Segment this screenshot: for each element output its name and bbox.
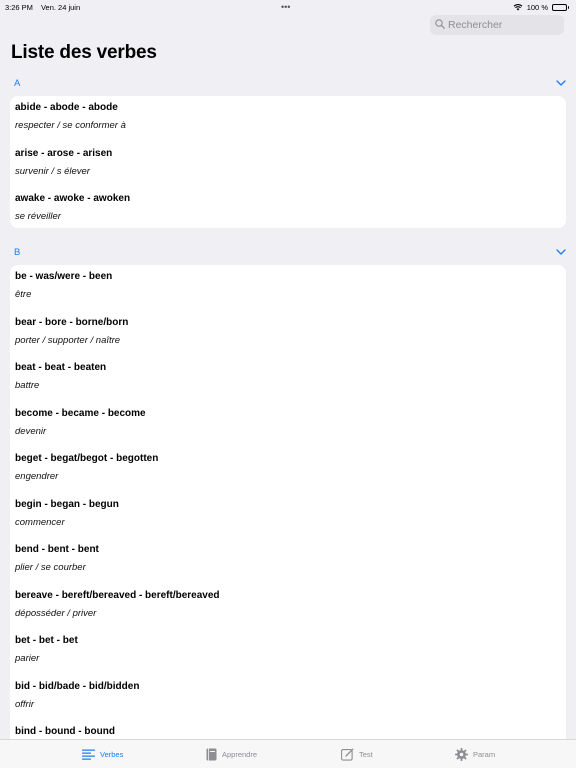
verb-translation: parier bbox=[15, 653, 40, 664]
page-title: Liste des verbes bbox=[11, 42, 157, 63]
multitasking-dots[interactable]: ••• bbox=[281, 2, 290, 12]
tab-bar: Verbes Apprendre Test Param bbox=[0, 739, 576, 768]
verb-forms: bereave - bereft/bereaved - bereft/berea… bbox=[15, 589, 220, 601]
status-date: Ven. 24 juin bbox=[40, 2, 81, 12]
edit-icon bbox=[341, 748, 354, 761]
verb-forms: beget - begat/begot - begotten bbox=[15, 453, 159, 464]
tab-label: Verbes bbox=[100, 750, 124, 759]
verb-translation: se réveiller bbox=[15, 211, 61, 222]
verb-translation: offrir bbox=[15, 698, 34, 710]
list-icon bbox=[82, 749, 95, 760]
list-item[interactable]: awake - awoke - awoken se réveiller bbox=[10, 187, 566, 228]
list-item[interactable]: bear - bore - borne/born porter / suppor… bbox=[10, 311, 566, 357]
verb-translation: plier / se courber bbox=[15, 562, 86, 573]
section-header-a[interactable]: A bbox=[0, 73, 576, 93]
verb-translation: commencer bbox=[15, 516, 65, 528]
section-letter: B bbox=[14, 246, 21, 258]
verb-forms: bid - bid/bade - bid/bidden bbox=[15, 680, 140, 692]
tab-label: Param bbox=[473, 750, 496, 759]
verb-translation: porter / supporter / naître bbox=[15, 334, 121, 346]
verb-translation: respecter / se conformer à bbox=[15, 120, 126, 131]
verb-forms: bet - bet - bet bbox=[15, 635, 78, 646]
tab-apprendre[interactable]: Apprendre bbox=[206, 740, 257, 768]
list-item[interactable]: become - became - become devenir bbox=[10, 402, 566, 448]
verb-translation: battre bbox=[15, 380, 40, 391]
status-right: 100 % bbox=[513, 2, 569, 12]
status-bar: 3:26 PM Ven. 24 juin ••• 100 % bbox=[0, 0, 576, 14]
list-item[interactable]: abide - abode - abode respecter / se con… bbox=[10, 96, 566, 142]
list-item[interactable]: bet - bet - bet parier bbox=[10, 629, 566, 675]
tab-label: Test bbox=[359, 750, 373, 759]
search-icon bbox=[435, 16, 445, 34]
status-left: 3:26 PM Ven. 24 juin bbox=[5, 3, 80, 12]
list-item[interactable]: be - was/were - been être bbox=[10, 265, 566, 311]
list-item[interactable]: beat - beat - beaten battre bbox=[10, 356, 566, 402]
list-item[interactable]: bereave - bereft/bereaved - bereft/berea… bbox=[10, 584, 566, 630]
list-item[interactable]: begin - began - begun commencer bbox=[10, 493, 566, 539]
wifi-icon bbox=[513, 3, 523, 11]
verb-translation: engendrer bbox=[15, 471, 59, 482]
section-letter: A bbox=[14, 77, 21, 89]
verb-forms: bend - bent - bent bbox=[15, 544, 99, 555]
verb-forms: abide - abode - abode bbox=[15, 102, 118, 113]
list-item[interactable]: arise - arose - arisen survenir / s élev… bbox=[10, 142, 566, 188]
verb-translation: survenir / s élever bbox=[15, 165, 90, 177]
tab-param[interactable]: Param bbox=[455, 740, 495, 768]
verb-forms: bear - bore - borne/born bbox=[15, 316, 129, 328]
battery-percent: 100 % bbox=[526, 2, 548, 12]
search-input[interactable] bbox=[448, 19, 558, 31]
book-icon bbox=[206, 748, 217, 761]
verb-forms: become - became - become bbox=[15, 407, 146, 419]
verb-forms: awake - awoke - awoken bbox=[15, 193, 131, 204]
section-card-b: be - was/were - been être bear - bore - … bbox=[10, 265, 566, 745]
battery-icon bbox=[552, 3, 569, 11]
section-card-a: abide - abode - abode respecter / se con… bbox=[10, 96, 566, 228]
search-bar[interactable] bbox=[430, 15, 564, 35]
status-time: 3:26 PM bbox=[5, 2, 33, 12]
gear-icon bbox=[455, 748, 468, 761]
list-item[interactable]: beget - begat/begot - begotten engendrer bbox=[10, 447, 566, 493]
chevron-down-icon[interactable] bbox=[556, 80, 566, 86]
list-item[interactable]: bid - bid/bade - bid/bidden offrir bbox=[10, 675, 566, 721]
verb-forms: begin - began - begun bbox=[15, 498, 119, 510]
section-header-b[interactable]: B bbox=[0, 242, 576, 262]
tab-verbes[interactable]: Verbes bbox=[82, 740, 123, 768]
verb-forms: be - was/were - been bbox=[15, 271, 113, 282]
list-item[interactable]: bend - bent - bent plier / se courber bbox=[10, 538, 566, 584]
tab-test[interactable]: Test bbox=[341, 740, 373, 768]
verb-translation: être bbox=[15, 289, 32, 300]
verb-translation: déposséder / priver bbox=[15, 607, 97, 619]
chevron-down-icon[interactable] bbox=[556, 249, 566, 255]
verb-forms: beat - beat - beaten bbox=[15, 362, 107, 373]
tab-label: Apprendre bbox=[222, 750, 258, 759]
verb-translation: devenir bbox=[15, 425, 47, 437]
verb-forms: arise - arose - arisen bbox=[15, 147, 113, 159]
